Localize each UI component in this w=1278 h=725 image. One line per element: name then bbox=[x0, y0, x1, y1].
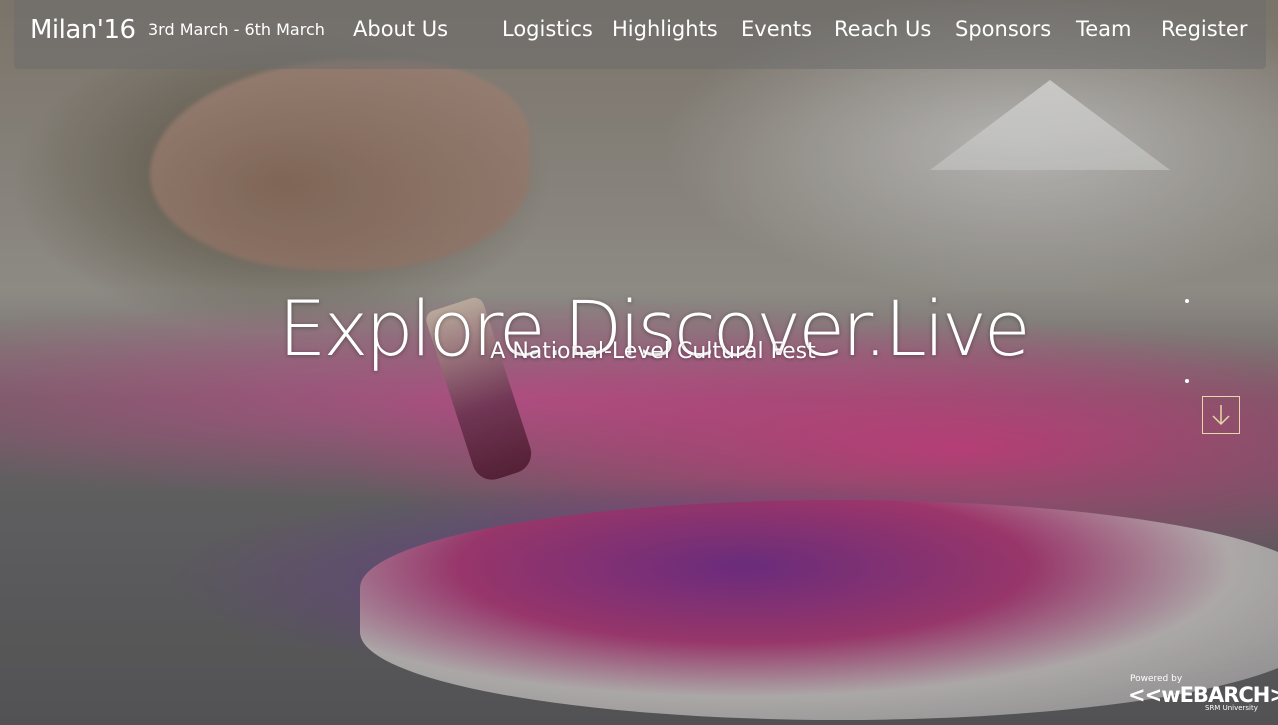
arrow-down-icon bbox=[1212, 405, 1230, 426]
hero-subheadline: A National-Level Cultural Fest bbox=[490, 339, 816, 364]
nav-logistics[interactable]: Logistics bbox=[502, 17, 593, 41]
top-navbar: Milan'16 3rd March - 6th March About Us … bbox=[14, 0, 1266, 69]
scroll-down-button[interactable] bbox=[1202, 396, 1240, 434]
hero-section: Milan'16 3rd March - 6th March About Us … bbox=[0, 0, 1278, 725]
event-dates: 3rd March - 6th March bbox=[148, 20, 325, 39]
brand-logo-link[interactable]: Milan'16 bbox=[30, 15, 136, 45]
nav-reach-us[interactable]: Reach Us bbox=[834, 17, 931, 41]
nav-about-us[interactable]: About Us bbox=[353, 17, 448, 41]
nav-sponsors[interactable]: Sponsors bbox=[955, 17, 1051, 41]
slide-indicator-dot[interactable] bbox=[1185, 299, 1189, 303]
university-label: SRM University bbox=[1205, 704, 1258, 712]
nav-highlights[interactable]: Highlights bbox=[612, 17, 718, 41]
nav-team[interactable]: Team bbox=[1076, 17, 1132, 41]
nav-events[interactable]: Events bbox=[741, 17, 812, 41]
slide-indicator-dot[interactable] bbox=[1185, 379, 1189, 383]
nav-register[interactable]: Register bbox=[1161, 17, 1247, 41]
